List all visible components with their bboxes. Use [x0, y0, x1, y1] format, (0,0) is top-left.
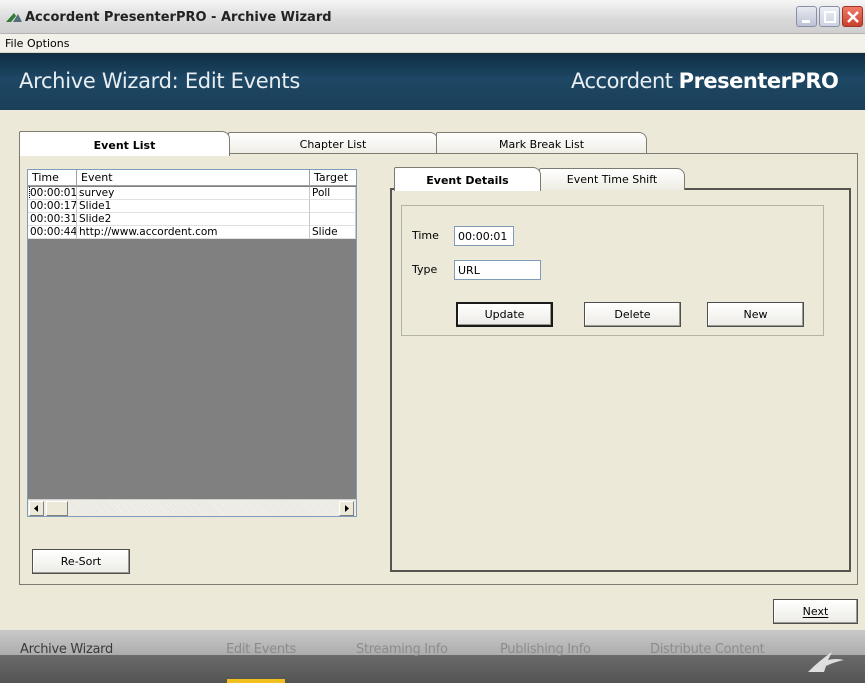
minimize-button[interactable]: [796, 6, 817, 27]
page-title: Archive Wizard: Edit Events: [19, 69, 300, 93]
cell-target-text: Poll: [312, 187, 331, 199]
cell-event-text: survey: [79, 187, 115, 199]
cell-target: [310, 213, 356, 226]
maximize-icon: [824, 11, 836, 23]
cell-event: Slide2: [77, 213, 310, 226]
table-row[interactable]: 00:00:31 Slide2: [28, 213, 356, 226]
type-field[interactable]: URL: [454, 260, 541, 280]
table-row[interactable]: 00:00:17 Slide1: [28, 200, 356, 213]
brand-logo: Accordent PresenterPRO: [571, 69, 839, 93]
step-archive-wizard: Archive Wizard: [20, 642, 113, 657]
step-distribute-content: Distribute Content: [650, 642, 765, 657]
arrow-left-icon: [34, 505, 38, 512]
horizontal-scrollbar[interactable]: [28, 499, 356, 516]
maximize-button[interactable]: [819, 6, 840, 27]
brand-regular: Accordent: [571, 69, 679, 93]
cell-event: http://www.accordent.com: [77, 226, 310, 239]
cell-event-text: http://www.accordent.com: [79, 226, 218, 238]
close-button[interactable]: [842, 6, 863, 27]
time-label: Time: [412, 229, 439, 242]
cell-time: 00:00:01: [28, 187, 77, 200]
list-rows: 00:00:01 survey Poll 00:00:17 Slide1 00:00:31…: [28, 187, 356, 239]
cell-target-text: Slide: [312, 226, 338, 238]
cell-event: Slide1: [77, 200, 310, 213]
table-row[interactable]: 00:00:44 http://www.accordent.com Slide: [28, 226, 356, 239]
delete-button[interactable]: Delete: [584, 302, 681, 327]
update-button[interactable]: Update: [456, 302, 553, 327]
tab-mark-break-list[interactable]: Mark Break List: [436, 132, 647, 154]
cell-event-text: Slide2: [79, 213, 112, 225]
cell-time: 00:00:31: [28, 213, 77, 226]
cell-time-text: 00:00:44: [30, 226, 77, 238]
scroll-thumb[interactable]: [46, 501, 68, 516]
window-title: Accordent PresenterPRO - Archive Wizard: [25, 10, 332, 25]
arrow-right-icon: [345, 505, 349, 512]
cell-event: survey: [77, 187, 310, 200]
column-header-target[interactable]: Target: [310, 170, 356, 186]
column-header-event[interactable]: Event: [77, 170, 310, 186]
cell-target: Poll: [310, 187, 356, 200]
cell-event-text: Slide1: [79, 200, 112, 212]
type-label: Type: [412, 263, 438, 276]
nav-strip: [0, 655, 865, 683]
table-row[interactable]: 00:00:01 survey Poll: [28, 187, 356, 200]
wizard-header: Archive Wizard: Edit Events Accordent Pr…: [0, 53, 865, 110]
tab-event-time-shift[interactable]: Event Time Shift: [539, 168, 685, 190]
tab-event-list[interactable]: Event List: [19, 131, 230, 156]
step-streaming-info: Streaming Info: [356, 642, 448, 657]
next-label: Next: [802, 605, 829, 618]
accordent-logo-icon: [808, 652, 844, 672]
tab-event-details[interactable]: Event Details: [394, 167, 541, 191]
minimize-icon: [802, 20, 810, 23]
app-logo-icon: [6, 13, 22, 22]
step-edit-events: Edit Events: [226, 642, 297, 657]
cell-target: [310, 200, 356, 213]
scroll-right-button[interactable]: [339, 501, 354, 516]
menu-file[interactable]: File: [5, 37, 23, 50]
menu-bar: File Options: [0, 34, 865, 53]
current-step-indicator: [227, 679, 285, 683]
cell-target: Slide: [310, 226, 356, 239]
re-sort-button[interactable]: Re-Sort: [32, 549, 130, 574]
new-button[interactable]: New: [707, 302, 804, 327]
title-bar: Accordent PresenterPRO - Archive Wizard: [0, 0, 865, 34]
menu-options[interactable]: Options: [27, 37, 69, 50]
step-publishing-info: Publishing Info: [500, 642, 591, 657]
event-list-view[interactable]: Time Event Target 00:00:01 survey Poll 00:0…: [27, 169, 357, 517]
cell-time: 00:00:17: [28, 200, 77, 213]
close-icon: [847, 11, 859, 23]
scroll-left-button[interactable]: [29, 501, 44, 516]
cell-time: 00:00:44: [28, 226, 77, 239]
tab-chapter-list[interactable]: Chapter List: [228, 132, 438, 154]
brand-bold: PresenterPRO: [678, 69, 839, 93]
time-field[interactable]: 00:00:01: [454, 226, 514, 246]
list-header: Time Event Target: [28, 170, 356, 186]
wizard-steps-bar: Archive Wizard Edit Events Streaming Inf…: [0, 630, 865, 683]
cell-time-text: 00:00:01: [28, 187, 77, 199]
cell-time-text: 00:00:17: [30, 200, 77, 212]
cell-time-text: 00:00:31: [30, 213, 77, 225]
column-header-time[interactable]: Time: [28, 170, 77, 186]
next-button[interactable]: Next: [773, 599, 858, 624]
